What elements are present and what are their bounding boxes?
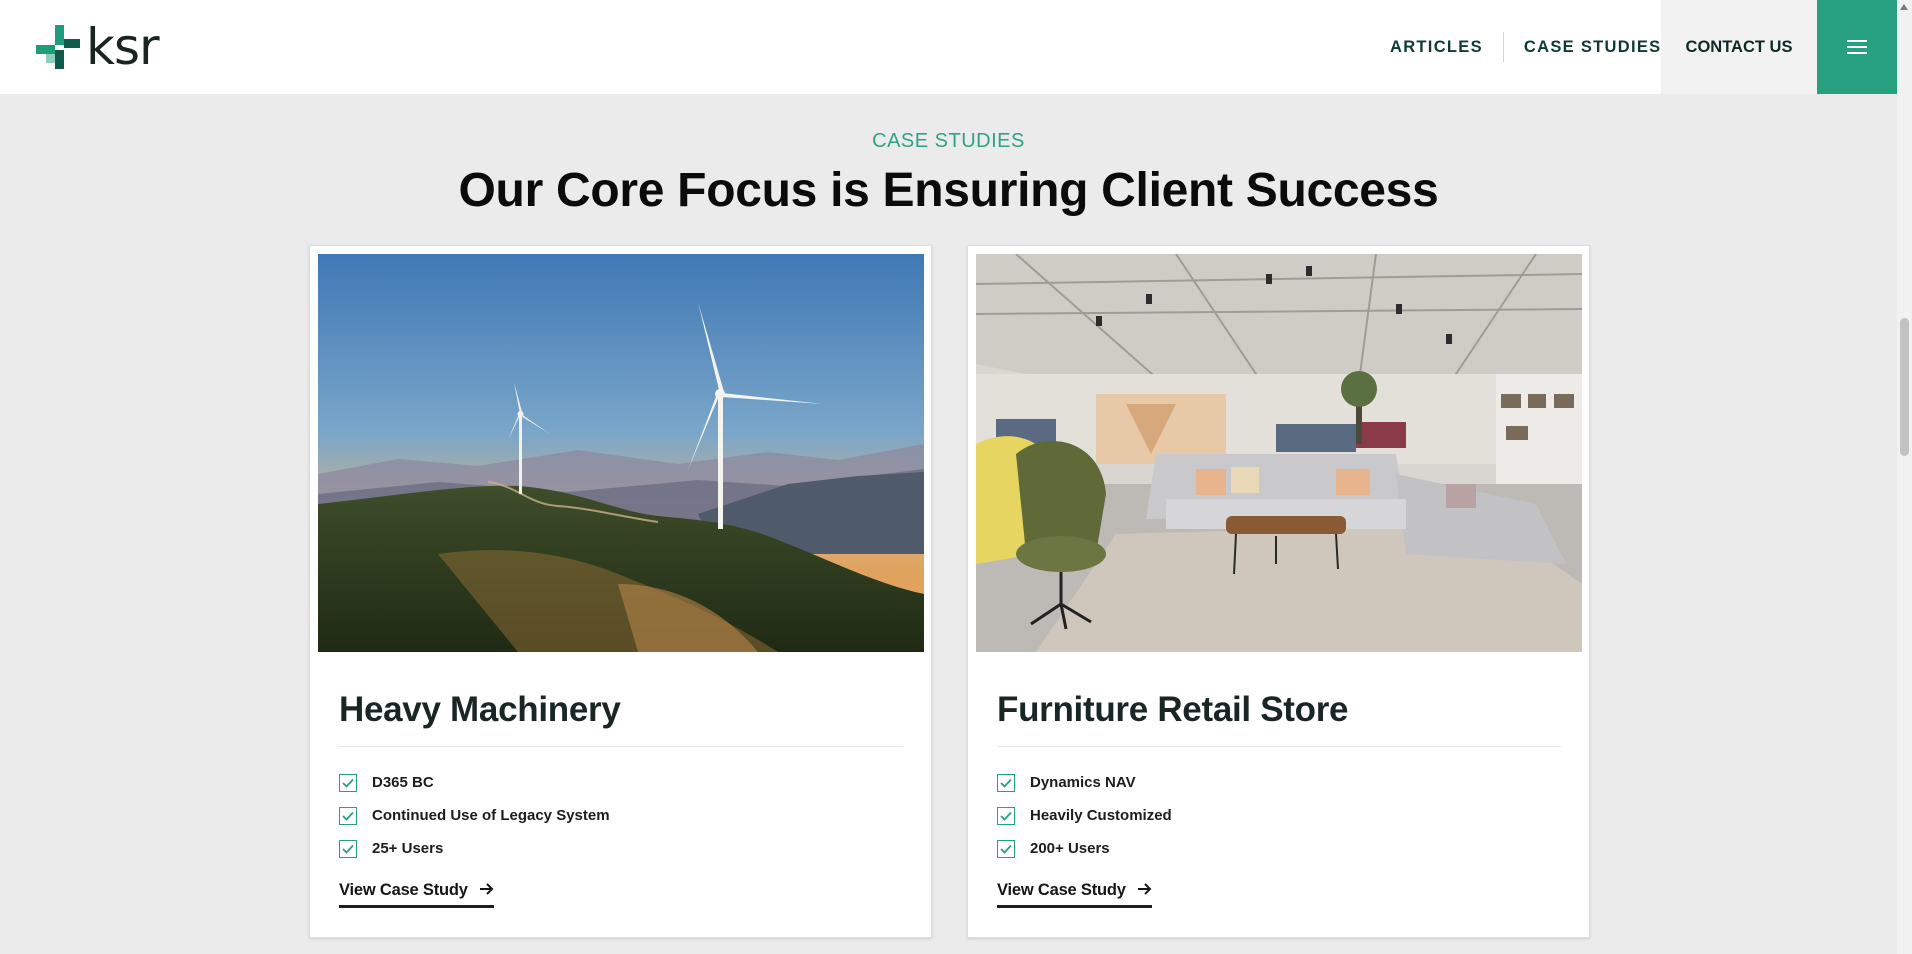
feature-item: Heavily Customized: [997, 799, 1172, 832]
feature-list: D365 BC Continued Use of Legacy System 2…: [339, 766, 610, 865]
section-title: Our Core Focus is Ensuring Client Succes…: [458, 164, 1439, 217]
nav-link-case-studies[interactable]: CASE STUDIES: [1504, 38, 1682, 57]
checkbox-checked-icon: [997, 806, 1015, 825]
scroll-up-arrow-icon[interactable]: [1900, 4, 1908, 10]
hamburger-menu-icon: [1847, 40, 1867, 54]
view-case-study-link[interactable]: View Case Study: [339, 881, 494, 908]
checkbox-checked-icon: [339, 806, 357, 825]
furniture-showroom-image: [976, 254, 1582, 652]
case-study-card: Heavy Machinery D365 BC Continued Use of…: [309, 245, 932, 938]
main-nav: ARTICLES CASE STUDIES: [1370, 0, 1681, 94]
feature-label: 200+ Users: [1030, 840, 1110, 857]
feature-label: D365 BC: [372, 774, 434, 791]
card-divider: [997, 746, 1561, 747]
view-case-study-link[interactable]: View Case Study: [997, 881, 1152, 908]
feature-item: D365 BC: [339, 766, 610, 799]
section-eyebrow: CASE STUDIES: [872, 130, 1025, 152]
site-header: ksr ARTICLES CASE STUDIES CONTACT US: [0, 0, 1897, 94]
contact-us-button[interactable]: CONTACT US: [1661, 0, 1817, 94]
checkbox-checked-icon: [339, 773, 357, 792]
ksr-logo[interactable]: ksr: [36, 18, 166, 76]
feature-label: 25+ Users: [372, 840, 444, 857]
feature-label: Heavily Customized: [1030, 807, 1172, 824]
arrow-right-icon: [479, 881, 494, 900]
arrow-right-icon: [1137, 881, 1152, 900]
wind-turbines-image: [318, 254, 924, 652]
logo-text: ksr: [86, 18, 160, 76]
feature-label: Dynamics NAV: [1030, 774, 1136, 791]
scrollbar-thumb[interactable]: [1900, 318, 1909, 456]
feature-item: 200+ Users: [997, 832, 1172, 865]
cta-label: View Case Study: [997, 881, 1126, 899]
case-study-card: Furniture Retail Store Dynamics NAV Heav…: [967, 245, 1590, 938]
card-divider: [339, 746, 903, 747]
menu-button[interactable]: [1817, 0, 1897, 94]
card-title: Heavy Machinery: [339, 690, 621, 729]
logo-mark-icon: [36, 25, 80, 69]
feature-list: Dynamics NAV Heavily Customized 200+ Use…: [997, 766, 1172, 865]
feature-item: 25+ Users: [339, 832, 610, 865]
feature-label: Continued Use of Legacy System: [372, 807, 610, 824]
checkbox-checked-icon: [997, 773, 1015, 792]
feature-item: Continued Use of Legacy System: [339, 799, 610, 832]
card-title: Furniture Retail Store: [997, 690, 1349, 729]
checkbox-checked-icon: [339, 839, 357, 858]
nav-link-articles[interactable]: ARTICLES: [1370, 38, 1503, 57]
page-scrollbar[interactable]: [1897, 0, 1912, 954]
cta-label: View Case Study: [339, 881, 468, 899]
checkbox-checked-icon: [997, 839, 1015, 858]
feature-item: Dynamics NAV: [997, 766, 1172, 799]
